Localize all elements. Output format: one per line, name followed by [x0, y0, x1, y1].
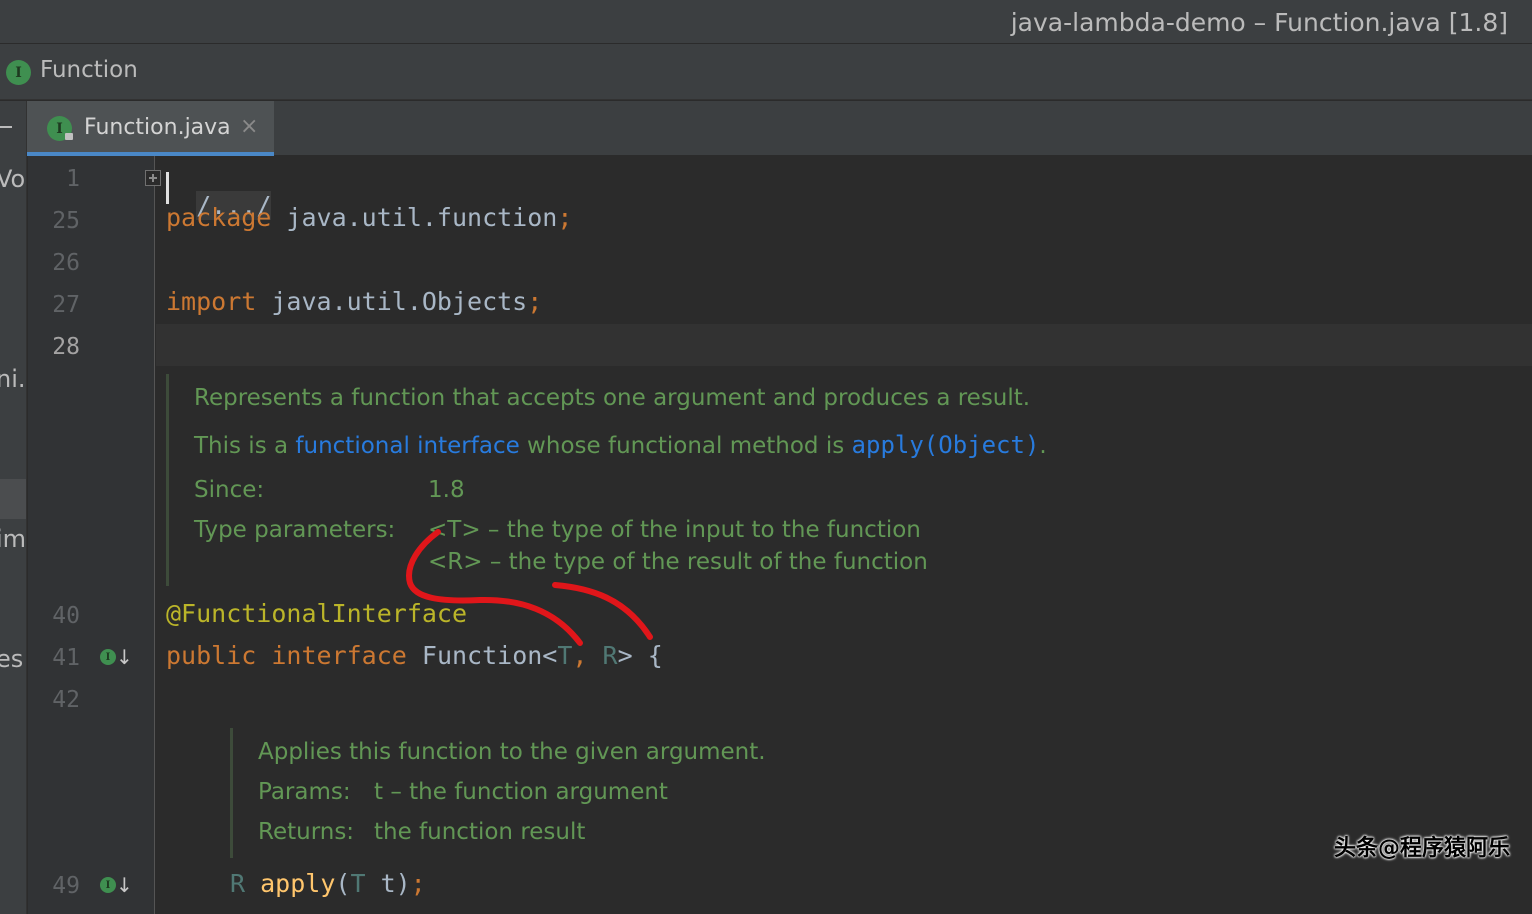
doc-type-params-label: Type parameters:: [194, 517, 396, 543]
annotation: @FunctionalInterface: [166, 599, 468, 628]
tree-item-fragment[interactable]: Vo: [0, 165, 25, 193]
semicolon: ;: [410, 869, 426, 898]
semicolon: ;: [557, 203, 573, 232]
current-line-highlight: [156, 324, 1532, 366]
code-line-49[interactable]: R apply(T t);: [230, 869, 426, 898]
code-line-41[interactable]: public interface Function<T, R> {: [166, 641, 663, 670]
paren: (: [335, 869, 351, 898]
watermark: 头条@程序猿阿乐: [1333, 836, 1510, 861]
brace: > {: [617, 641, 663, 670]
line-number: 40: [52, 603, 80, 629]
implemented-by-icon[interactable]: I ↓: [100, 647, 133, 667]
doc-params-value: t – the function argument: [374, 779, 668, 805]
code-line-27[interactable]: import java.util.Objects;: [166, 287, 542, 316]
line-number: 25: [52, 208, 80, 234]
import-name: java.util.Objects: [256, 287, 528, 316]
line-number: 26: [52, 250, 80, 276]
implemented-by-icon[interactable]: I ↓: [100, 875, 133, 895]
tree-item-fragment[interactable]: es: [0, 645, 23, 673]
navigation-bar: I Function: [0, 44, 1532, 100]
comma: ,: [572, 641, 588, 670]
line-number: 42: [52, 687, 80, 713]
line-number: 49: [52, 873, 80, 899]
keyword: public: [166, 641, 257, 670]
line-number: 1: [66, 166, 80, 192]
doc-type-param-r: <R> – the type of the result of the func…: [428, 549, 928, 575]
current-line-number: 28: [52, 334, 80, 360]
doc-description: Represents a function that accepts one a…: [194, 385, 1031, 411]
interface-name: Function<: [406, 641, 558, 670]
parameter: t): [365, 869, 411, 898]
doc-since-label: Since:: [194, 477, 265, 503]
project-panel[interactable]: Vo ni.v im es: [0, 101, 27, 914]
keyword: package: [166, 203, 272, 232]
interface-icon: I: [6, 60, 31, 85]
doc-apply-description: Applies this function to the given argum…: [258, 739, 766, 765]
collapse-icon[interactable]: [0, 126, 12, 128]
breadcrumb-function[interactable]: Function: [40, 57, 138, 83]
tree-item-fragment[interactable]: im: [0, 525, 26, 553]
doc-type-param-t: <T> – the type of the input to the funct…: [428, 517, 921, 543]
type-param: R: [230, 869, 246, 898]
line-number-gutter[interactable]: 1 25 26 27 28 40 41 42 49 I ↓ I ↓: [28, 156, 161, 914]
doc-returns-value: the function result: [374, 819, 586, 845]
tree-item-fragment[interactable]: ni.v: [0, 365, 26, 393]
type-param: T: [350, 869, 366, 898]
type-param: T: [557, 641, 573, 670]
doc-params-label: Params:: [258, 779, 351, 805]
text-caret: [166, 172, 169, 204]
tab-function-java[interactable]: I Function.java ×: [27, 101, 274, 156]
doc-functional-line: This is a functional interface whose fun…: [194, 431, 1047, 459]
type-param: R: [602, 641, 618, 670]
tab-label: Function.java: [84, 115, 231, 140]
semicolon: ;: [527, 287, 543, 316]
editor-tab-bar: I Function.java ×: [27, 101, 1532, 156]
functional-interface-link[interactable]: functional interface: [295, 433, 519, 459]
close-icon[interactable]: ×: [240, 114, 258, 139]
doc-returns-label: Returns:: [258, 819, 355, 845]
lock-icon: [65, 133, 73, 140]
package-name: java.util.function: [271, 203, 558, 232]
doc-since-value: 1.8: [428, 477, 465, 503]
method-name: apply: [260, 869, 336, 898]
expand-fold-icon[interactable]: [145, 170, 161, 186]
keyword: interface: [271, 641, 407, 670]
window-title: java-lambda-demo – Function.java [1.8]: [1010, 8, 1508, 37]
line-number: 41: [52, 645, 80, 671]
selected-tree-row[interactable]: [0, 479, 26, 519]
window-title-bar: java-lambda-demo – Function.java [1.8]: [0, 0, 1532, 44]
line-number: 27: [52, 292, 80, 318]
keyword: import: [166, 287, 257, 316]
code-line-25[interactable]: package java.util.function;: [166, 203, 572, 232]
code-line-40[interactable]: @FunctionalInterface: [166, 599, 467, 628]
apply-method-link[interactable]: apply(Object): [852, 431, 1040, 459]
